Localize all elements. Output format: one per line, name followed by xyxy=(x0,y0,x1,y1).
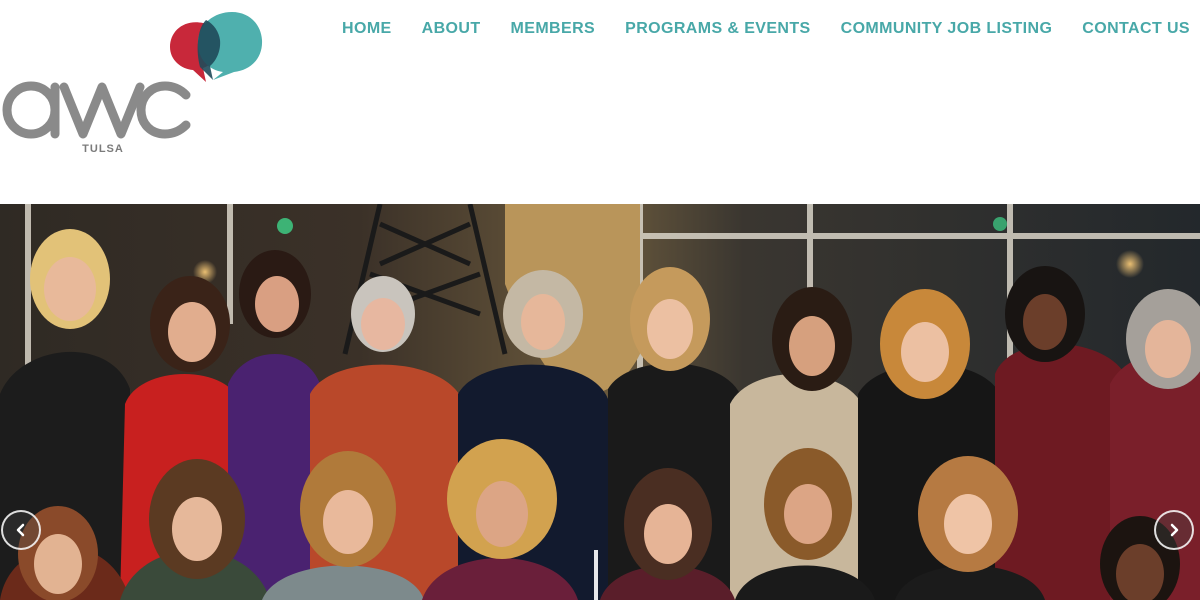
hero-slider xyxy=(0,204,1200,600)
nav-about[interactable]: ABOUT xyxy=(422,19,481,39)
slider-next-button[interactable] xyxy=(1154,510,1194,550)
awc-logo xyxy=(2,12,263,139)
nav-members[interactable]: MEMBERS xyxy=(511,19,596,39)
chevron-left-icon xyxy=(16,523,25,537)
group-photo-image xyxy=(0,204,1200,600)
logo-tagline: TULSA xyxy=(82,143,124,155)
nav-programs-events[interactable]: PROGRAMS & EVENTS xyxy=(625,19,811,39)
main-navigation: HOME ABOUT MEMBERS PROGRAMS & EVENTS COM… xyxy=(342,19,1190,39)
slider-prev-button[interactable] xyxy=(1,510,41,550)
site-header: TULSA HOME ABOUT MEMBERS PROGRAMS & EVEN… xyxy=(0,0,1200,204)
nav-contact-us[interactable]: CONTACT US xyxy=(1082,19,1190,39)
nav-home[interactable]: HOME xyxy=(342,19,392,39)
awc-wordmark xyxy=(2,81,191,139)
chevron-right-icon xyxy=(1170,523,1179,537)
nav-community-job-listing[interactable]: COMMUNITY JOB LISTING xyxy=(841,19,1053,39)
